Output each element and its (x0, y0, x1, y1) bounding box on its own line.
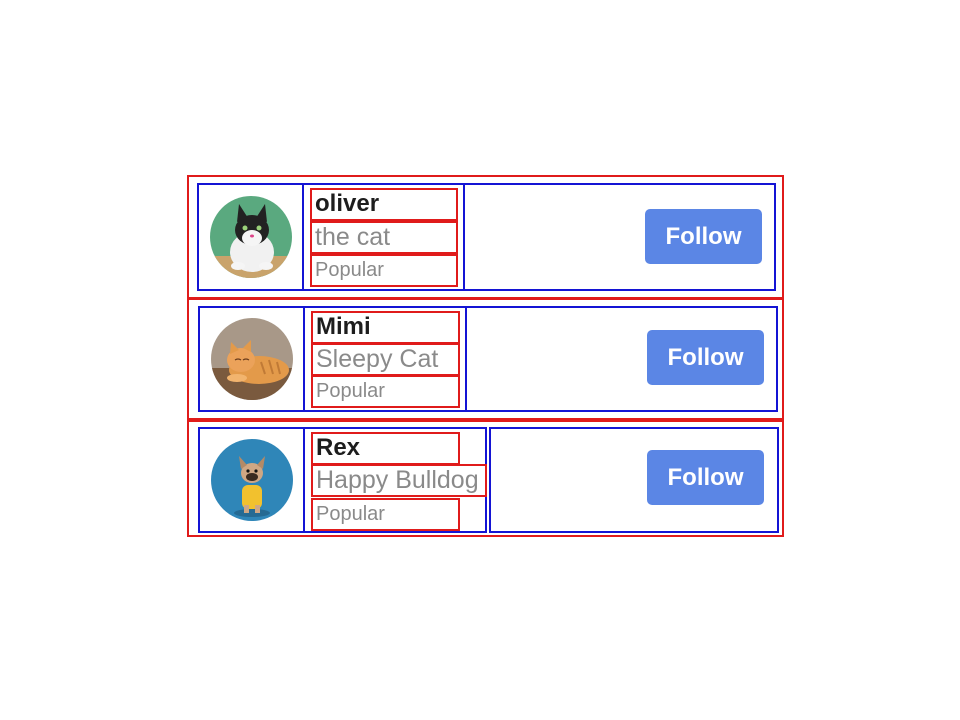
profile-tag: Popular (310, 254, 458, 287)
profile-name: Mimi (311, 311, 460, 344)
avatar-container (198, 427, 305, 533)
action-column: Follow (465, 306, 778, 412)
profile-text-column: oliver the cat Popular (302, 183, 465, 291)
action-column: Follow (489, 427, 779, 533)
avatar[interactable] (210, 439, 293, 521)
bulldog-icon (210, 439, 293, 521)
profile-name: oliver (310, 188, 458, 221)
profile-description: the cat (310, 221, 458, 254)
action-column: Follow (463, 183, 776, 291)
profile-card: Rex Happy Bulldog Popular Follow (187, 420, 784, 537)
profile-card: Mimi Sleepy Cat Popular Follow (187, 298, 784, 420)
profile-text-column: Rex Happy Bulldog Popular (303, 427, 487, 533)
profile-name: Rex (311, 432, 460, 465)
avatar-container (197, 183, 304, 291)
avatar[interactable] (210, 318, 293, 400)
follow-button[interactable]: Follow (647, 330, 764, 385)
profile-text-column: Mimi Sleepy Cat Popular (303, 306, 467, 412)
orange-cat-icon (210, 318, 293, 400)
profile-card: oliver the cat Popular Follow (187, 175, 784, 299)
avatar-container (198, 306, 305, 412)
profile-tag: Popular (311, 498, 460, 531)
follow-button[interactable]: Follow (647, 450, 764, 505)
profile-description: Happy Bulldog (311, 464, 487, 497)
avatar[interactable] (209, 196, 292, 278)
profile-description: Sleepy Cat (311, 343, 460, 376)
profile-list: oliver the cat Popular Follow Mimi Sleep… (0, 0, 960, 720)
tuxedo-cat-icon (209, 196, 292, 278)
follow-button[interactable]: Follow (645, 209, 762, 264)
profile-tag: Popular (311, 375, 460, 408)
